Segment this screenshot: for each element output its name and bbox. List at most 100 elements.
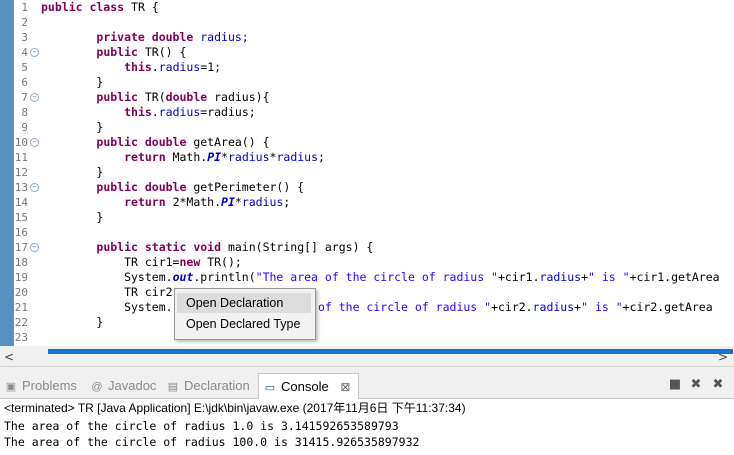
- code-token: return: [124, 195, 173, 209]
- tab-javadoc[interactable]: @ Javadoc: [90, 373, 156, 398]
- code-token: =1;: [200, 60, 222, 74]
- code-token: ;: [318, 150, 325, 164]
- line-number: 19: [14, 271, 28, 284]
- code-line[interactable]: 10− public double getArea() {: [0, 135, 734, 150]
- code-line[interactable]: 15 }: [0, 210, 734, 225]
- code-token: +cir1.getArea: [629, 270, 720, 284]
- code-token: main(String[] args) {: [227, 240, 374, 254]
- menu-item-open-declaration[interactable]: Open Declaration: [177, 293, 311, 313]
- console-view[interactable]: <terminated> TR [Java Application] E:\jd…: [0, 399, 734, 455]
- code-token: TR cir2: [41, 285, 173, 299]
- code-line[interactable]: 7− public TR(double radius){: [0, 90, 734, 105]
- line-number: 5: [21, 61, 28, 74]
- code-line[interactable]: 20 TR cir2: [0, 285, 734, 300]
- code-token: double: [165, 90, 215, 104]
- code-line[interactable]: 9 }: [0, 120, 734, 135]
- code-line[interactable]: 23: [0, 330, 734, 345]
- code-token: this: [124, 105, 152, 119]
- code-text: }: [41, 75, 103, 90]
- code-token: PI: [221, 195, 235, 209]
- code-token: new: [179, 255, 208, 269]
- fold-toggle-icon[interactable]: −: [30, 93, 39, 102]
- code-token: TR() {: [144, 45, 187, 59]
- fold-toggle-icon[interactable]: −: [30, 243, 39, 252]
- code-line[interactable]: 13− public double getPerimeter() {: [0, 180, 734, 195]
- code-editor[interactable]: 1 public class TR {2 3 private double radi…: [0, 0, 734, 346]
- code-token: getPerimeter() {: [193, 180, 305, 194]
- code-text: System. a of the circle of radius "+cir2…: [41, 300, 713, 315]
- scroll-left-icon[interactable]: <: [4, 350, 14, 364]
- code-token: public: [96, 45, 145, 59]
- line-number: 7: [21, 91, 28, 104]
- terminate-icon[interactable]: ■: [667, 377, 683, 393]
- code-token: radius: [158, 105, 201, 119]
- code-text: }: [41, 165, 103, 180]
- scroll-right-icon[interactable]: >: [718, 350, 728, 364]
- code-token: +: [581, 270, 589, 284]
- code-line[interactable]: 16: [0, 225, 734, 240]
- code-line[interactable]: 1 public class TR {: [0, 0, 734, 15]
- line-number: 17: [14, 241, 28, 254]
- code-token: *: [234, 195, 242, 209]
- code-line[interactable]: 18 TR cir1=new TR();: [0, 255, 734, 270]
- code-token: }: [41, 210, 104, 224]
- fold-toggle-icon[interactable]: −: [30, 48, 39, 57]
- code-line[interactable]: 3 private double radius;: [0, 30, 734, 45]
- code-line[interactable]: 4− public TR() {: [0, 45, 734, 60]
- fold-toggle-icon[interactable]: −: [30, 183, 39, 192]
- code-token: return: [124, 150, 173, 164]
- code-token: System.: [41, 270, 173, 284]
- code-token: +cir2.: [491, 300, 533, 314]
- menu-item-open-declared-type[interactable]: Open Declared Type: [177, 314, 311, 334]
- code-text: System.out.println("The area of the circ…: [41, 270, 720, 285]
- code-line[interactable]: 2: [0, 15, 734, 30]
- fold-toggle-icon[interactable]: −: [30, 138, 39, 147]
- code-token: }: [41, 165, 104, 179]
- code-token: radius: [276, 150, 319, 164]
- code-line[interactable]: 11 return Math.PI*radius*radius;: [0, 150, 734, 165]
- line-number: 3: [21, 31, 28, 44]
- code-line[interactable]: 14 return 2*Math.PI*radius;: [0, 195, 734, 210]
- code-token: TR cir1=: [41, 255, 180, 269]
- code-line[interactable]: 21 System. a of the circle of radius "+c…: [0, 300, 734, 315]
- context-menu: Open Declaration Open Declared Type: [174, 288, 316, 340]
- tab-console[interactable]: ▭ Console ⊠: [258, 373, 360, 399]
- at-icon: @: [91, 381, 103, 393]
- tab-problems[interactable]: ▣ Problems: [4, 373, 77, 398]
- code-token: TR(: [144, 90, 166, 104]
- code-line[interactable]: 19 System.out.println("The area of the c…: [0, 270, 734, 285]
- code-line[interactable]: 6 }: [0, 75, 734, 90]
- scrollbar-thumb[interactable]: [48, 349, 733, 354]
- line-number: 12: [14, 166, 28, 179]
- code-line[interactable]: 17− public static void main(String[] arg…: [0, 240, 734, 255]
- line-number: 10: [14, 136, 28, 149]
- code-text: }: [41, 210, 103, 225]
- code-text: public TR() {: [41, 45, 186, 60]
- code-line[interactable]: 22 }: [0, 315, 734, 330]
- code-line[interactable]: 8 this.radius=radius;: [0, 105, 734, 120]
- code-line[interactable]: 5 this.radius=1;: [0, 60, 734, 75]
- remove-all-terminated-icon[interactable]: ✖: [710, 377, 726, 393]
- code-token: PI: [207, 150, 222, 164]
- code-text: public double getPerimeter() {: [41, 180, 304, 195]
- code-text: return Math.PI*radius*radius;: [41, 150, 325, 165]
- tab-declaration[interactable]: ▤ Declaration: [166, 373, 250, 398]
- code-line[interactable]: 12 }: [0, 165, 734, 180]
- code-token: }: [41, 120, 104, 134]
- editor-horizontal-scrollbar[interactable]: < >: [0, 346, 734, 366]
- console-output-line: The area of the circle of radius 1.0 is …: [4, 419, 399, 433]
- line-number: 2: [21, 16, 28, 29]
- close-icon[interactable]: ⊠: [340, 380, 350, 394]
- code-text: }: [41, 120, 103, 135]
- code-text: }: [41, 315, 103, 330]
- bottom-view-tabs: ▣ Problems @ Javadoc ▤ Declaration ▭ Console…: [0, 373, 734, 399]
- line-number: 21: [14, 301, 28, 314]
- code-text: this.radius=1;: [41, 60, 221, 75]
- code-token: radius: [227, 150, 270, 164]
- remove-launches-icon[interactable]: ✖: [688, 377, 704, 393]
